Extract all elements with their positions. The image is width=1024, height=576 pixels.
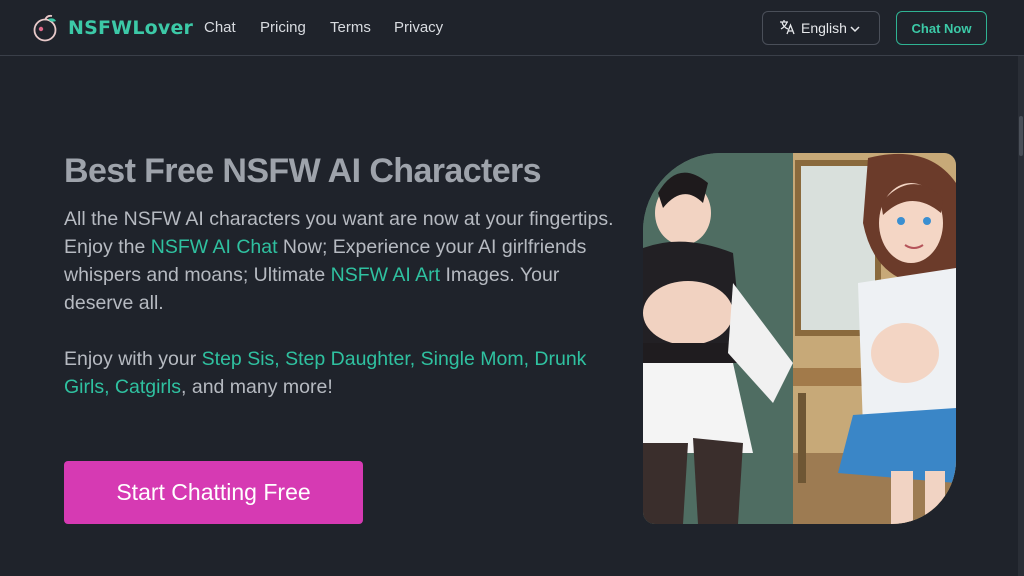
categories-text: Enjoy with your	[64, 348, 202, 370]
nsfw-ai-art-link[interactable]: NSFW AI Art	[331, 264, 440, 286]
top-nav: NSFWLover Chat Pricing Terms Privacy Eng…	[0, 0, 1024, 56]
nav-link-terms[interactable]: Terms	[330, 19, 371, 36]
peach-logo-icon	[32, 13, 60, 43]
nsfw-ai-chat-link[interactable]: NSFW AI Chat	[151, 236, 278, 258]
scrollbar-thumb[interactable]	[1019, 116, 1023, 156]
hero-character-image	[643, 153, 956, 524]
brand-logo[interactable]: NSFWLover	[32, 13, 193, 43]
hero-categories: Enjoy with your Step Sis, Step Daughter,…	[64, 345, 624, 401]
language-selector[interactable]: English	[762, 11, 880, 45]
chat-now-button[interactable]: Chat Now	[896, 11, 987, 45]
nav-link-chat[interactable]: Chat	[204, 19, 236, 36]
categories-text: , and many more!	[181, 376, 333, 398]
nav-link-pricing[interactable]: Pricing	[260, 19, 306, 36]
translate-icon	[779, 19, 795, 38]
nav-link-privacy[interactable]: Privacy	[394, 19, 443, 36]
brand-name: NSFWLover	[68, 17, 194, 39]
scrollbar[interactable]	[1018, 56, 1024, 576]
hero-description: All the NSFW AI characters you want are …	[64, 205, 624, 317]
language-label: English	[801, 20, 847, 36]
start-chatting-button[interactable]: Start Chatting Free	[64, 461, 363, 524]
hero-title: Best Free NSFW AI Characters	[64, 152, 542, 190]
chevron-down-icon	[849, 22, 861, 38]
